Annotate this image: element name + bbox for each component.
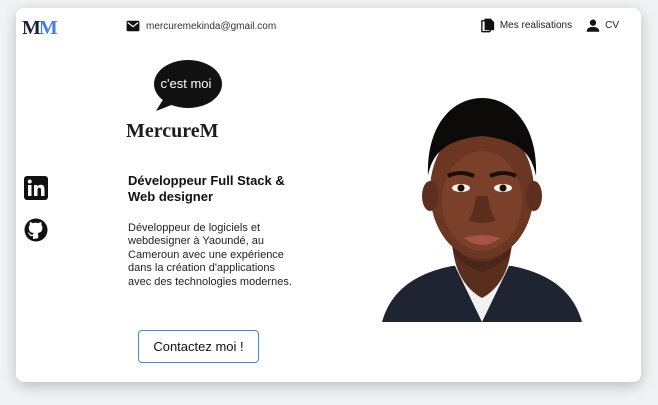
brand-name: MercureM <box>126 120 219 142</box>
nav-realisations-link[interactable]: Mes realisations <box>481 18 572 33</box>
nav-realisations-label: Mes realisations <box>499 20 573 31</box>
header-nav: Mes realisations CV <box>481 18 619 33</box>
email-text: mercuremekinda@gmail.com <box>146 20 277 32</box>
page-card: MM mercuremekinda@gmail.com Mes realisat… <box>16 8 641 382</box>
bubble-text: c'est moi <box>160 76 212 91</box>
logo-letter-dark: M <box>22 17 41 39</box>
person-icon <box>586 19 600 32</box>
contact-button[interactable]: Contactez moi ! <box>138 330 259 363</box>
linkedin-icon <box>24 176 48 200</box>
nav-cv-link[interactable]: CV <box>586 18 619 33</box>
profile-portrait <box>382 98 582 322</box>
document-copy-icon <box>481 18 494 33</box>
hero-headline: Développeur Full Stack & Web designer <box>128 173 285 205</box>
linkedin-link[interactable] <box>24 176 48 200</box>
mail-icon <box>126 20 140 32</box>
github-link[interactable] <box>24 218 48 242</box>
nav-cv-label: CV <box>605 20 619 31</box>
github-icon <box>24 218 48 242</box>
site-logo[interactable]: MM <box>22 17 58 39</box>
logo-letter-blue: M <box>38 17 58 39</box>
hero-description: Développeur de logiciels et webdesigner … <box>128 222 292 288</box>
email-contact[interactable]: mercuremekinda@gmail.com <box>126 20 276 32</box>
